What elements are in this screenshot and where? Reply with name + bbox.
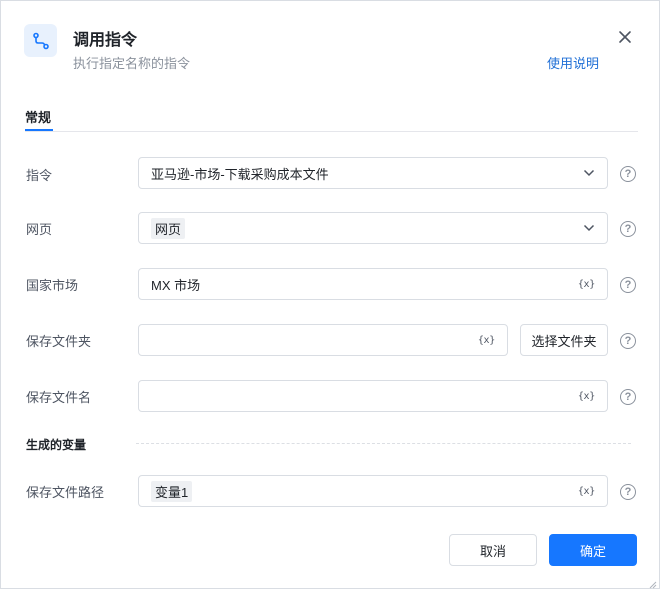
variable-icon[interactable]: {x} [578, 486, 595, 497]
variable-icon[interactable]: {x} [578, 279, 595, 290]
select-folder-button[interactable]: 选择文件夹 [520, 324, 608, 356]
tab-general[interactable]: 常规 [25, 107, 51, 126]
variable-icon[interactable]: {x} [578, 391, 595, 402]
save-path-label: 保存文件路径 [26, 485, 105, 500]
save-folder-input[interactable]: {x} [138, 324, 508, 356]
save-filename-input[interactable]: {x} [138, 380, 608, 412]
save-path-input[interactable]: 变量1 {x} [138, 475, 608, 507]
invoke-command-dialog: 调用指令 执行指定名称的指令 使用说明 常规 指令 亚马逊-市场-下载采购成本文… [0, 0, 660, 589]
help-icon[interactable]: ? [620, 389, 636, 405]
market-input-value: MX 市场 [151, 277, 201, 293]
dialog-title: 调用指令 [73, 32, 138, 49]
confirm-button[interactable]: 确定 [549, 534, 637, 566]
market-label: 国家市场 [26, 278, 79, 293]
save-folder-label: 保存文件夹 [26, 334, 92, 349]
tab-divider [25, 131, 638, 132]
command-select-value: 亚马逊-市场-下载采购成本文件 [151, 166, 329, 182]
dialog-subtitle: 执行指定名称的指令 [73, 56, 191, 71]
help-icon[interactable]: ? [620, 277, 636, 293]
command-label: 指令 [26, 168, 53, 183]
close-icon[interactable] [615, 27, 635, 47]
help-icon[interactable]: ? [620, 484, 636, 500]
save-path-variable-tag: 变量1 [151, 480, 193, 502]
help-link[interactable]: 使用说明 [547, 53, 599, 72]
section-divider [136, 443, 631, 444]
generated-variables-title: 生成的变量 [26, 438, 87, 452]
branch-icon [24, 24, 57, 57]
save-filename-label: 保存文件名 [26, 390, 92, 405]
variable-icon[interactable]: {x} [478, 335, 495, 346]
chevron-down-icon [583, 167, 595, 179]
resize-handle-icon[interactable] [647, 576, 657, 589]
webpage-select[interactable]: 网页 [138, 212, 608, 244]
chevron-down-icon [583, 222, 595, 234]
cancel-button[interactable]: 取消 [449, 534, 537, 566]
webpage-tag: 网页 [151, 217, 186, 239]
help-icon[interactable]: ? [620, 166, 636, 182]
webpage-label: 网页 [26, 222, 53, 237]
command-select[interactable]: 亚马逊-市场-下载采购成本文件 [138, 157, 608, 189]
market-input[interactable]: MX 市场 {x} [138, 268, 608, 300]
help-icon[interactable]: ? [620, 221, 636, 237]
help-icon[interactable]: ? [620, 333, 636, 349]
